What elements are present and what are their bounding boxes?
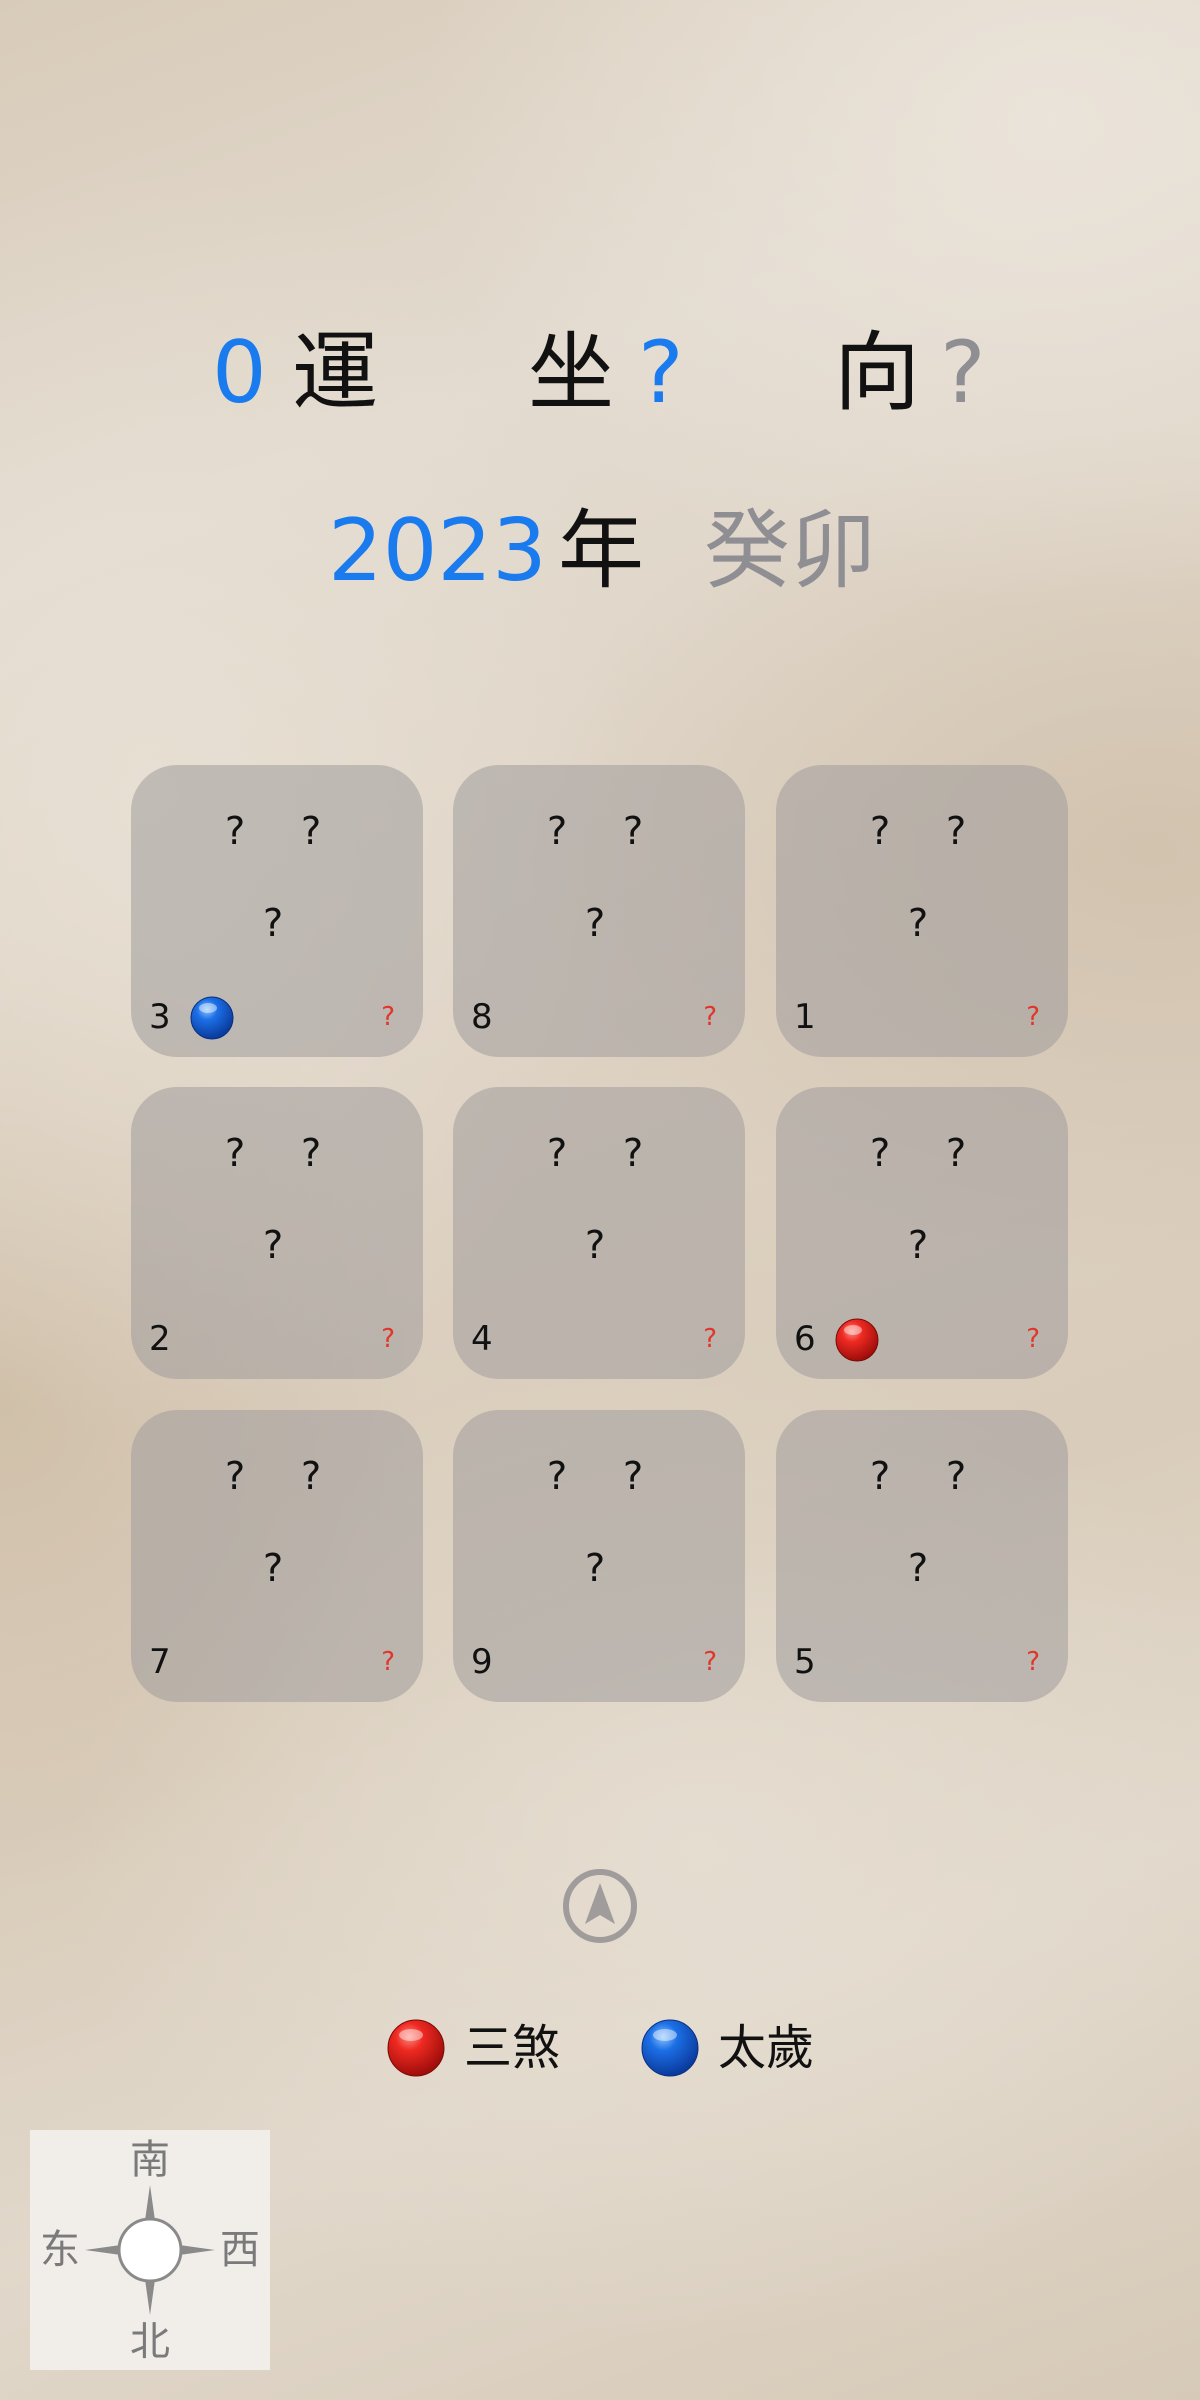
cell-corner-mark: ?	[381, 1647, 395, 1677]
cell-center-star: ?	[908, 1546, 929, 1590]
location-arrow-icon[interactable]	[562, 1868, 638, 1944]
nine-palace-grid: ? ? ? 3 ? ? ? ? 8 ? ? ? ? 1 ? ? ? ? 2 ? …	[131, 765, 1068, 1702]
palace-cell[interactable]: ? ? ? 4 ?	[453, 1087, 745, 1379]
cell-water-star: ?	[946, 1131, 967, 1175]
palace-cell[interactable]: ? ? ? 8 ?	[453, 765, 745, 1057]
palace-cell[interactable]: ? ? ? 2 ?	[131, 1087, 423, 1379]
cell-corner-mark: ?	[1026, 1002, 1040, 1032]
legend: 三煞 太歲	[0, 2016, 1200, 2080]
compass-south-label: 南	[130, 2137, 170, 2183]
cell-mountain-star: ?	[547, 1131, 568, 1175]
cell-center-star: ?	[585, 1223, 606, 1267]
cell-center-star: ?	[585, 901, 606, 945]
cell-mountain-star: ?	[225, 1454, 246, 1498]
compass-east-label: 东	[40, 2227, 80, 2273]
cell-annual-star: 4	[471, 1319, 493, 1359]
legend-tai-sui-label: 太歲	[718, 2020, 815, 2076]
cell-mountain-star: ?	[870, 809, 891, 853]
red-ball-icon	[387, 2019, 445, 2077]
cell-center-star: ?	[263, 901, 284, 945]
palace-cell[interactable]: ? ? ? 6 ?	[776, 1087, 1068, 1379]
cell-corner-mark: ?	[381, 1324, 395, 1354]
cell-mountain-star: ?	[547, 1454, 568, 1498]
cell-corner-mark: ?	[1026, 1324, 1040, 1354]
compass-west-label: 西	[220, 2227, 260, 2273]
palace-cell[interactable]: ? ? ? 3 ?	[131, 765, 423, 1057]
cell-center-star: ?	[263, 1546, 284, 1590]
cell-corner-mark: ?	[381, 1002, 395, 1032]
period-number: 0	[212, 323, 267, 423]
cell-mountain-star: ?	[225, 1131, 246, 1175]
cell-annual-star: 1	[794, 997, 816, 1037]
compass-rose[interactable]: 南 北 东 西	[30, 2130, 270, 2370]
year-row: 2023 年 癸卯	[0, 496, 1200, 606]
cell-corner-mark: ?	[703, 1002, 717, 1032]
blue-ball-icon	[190, 996, 234, 1040]
facing-value[interactable]: ?	[940, 318, 986, 428]
cell-water-star: ?	[623, 1454, 644, 1498]
blue-ball-icon	[641, 2019, 699, 2077]
facing-label: 向	[834, 323, 920, 423]
year-number[interactable]: 2023	[328, 496, 547, 606]
cell-annual-star: 7	[149, 1642, 171, 1682]
cell-center-star: ?	[908, 901, 929, 945]
cell-center-star: ?	[263, 1223, 284, 1267]
cell-mountain-star: ?	[870, 1454, 891, 1498]
cell-corner-mark: ?	[1026, 1647, 1040, 1677]
legend-san-sha-label: 三煞	[464, 2020, 561, 2076]
cell-water-star: ?	[301, 1454, 322, 1498]
cell-water-star: ?	[946, 809, 967, 853]
cell-annual-star: 2	[149, 1319, 171, 1359]
cell-corner-mark: ?	[703, 1324, 717, 1354]
cell-water-star: ?	[301, 1131, 322, 1175]
palace-cell[interactable]: ? ? ? 5 ?	[776, 1410, 1068, 1702]
cell-mountain-star: ?	[870, 1131, 891, 1175]
sitting-value[interactable]: ?	[638, 318, 684, 428]
cell-water-star: ?	[301, 809, 322, 853]
period-label: 運	[292, 323, 378, 423]
year-label: 年	[558, 501, 644, 601]
header-period-row: 0 運 坐 ? 向 ?	[0, 318, 1200, 428]
palace-cell[interactable]: ? ? ? 7 ?	[131, 1410, 423, 1702]
cell-water-star: ?	[623, 1131, 644, 1175]
red-ball-icon	[835, 1318, 879, 1362]
cell-corner-mark: ?	[703, 1647, 717, 1677]
cell-center-star: ?	[908, 1223, 929, 1267]
palace-cell[interactable]: ? ? ? 9 ?	[453, 1410, 745, 1702]
sitting-label: 坐	[528, 323, 614, 423]
cell-annual-star: 6	[794, 1319, 816, 1359]
cell-annual-star: 5	[794, 1642, 816, 1682]
cell-annual-star: 9	[471, 1642, 493, 1682]
cell-annual-star: 8	[471, 997, 493, 1037]
year-ganzhi: 癸卯	[704, 501, 876, 601]
cell-water-star: ?	[623, 809, 644, 853]
cell-center-star: ?	[585, 1546, 606, 1590]
cell-annual-star: 3	[149, 997, 171, 1037]
cell-water-star: ?	[946, 1454, 967, 1498]
compass-north-label: 北	[130, 2319, 170, 2365]
cell-mountain-star: ?	[547, 809, 568, 853]
palace-cell[interactable]: ? ? ? 1 ?	[776, 765, 1068, 1057]
cell-mountain-star: ?	[225, 809, 246, 853]
